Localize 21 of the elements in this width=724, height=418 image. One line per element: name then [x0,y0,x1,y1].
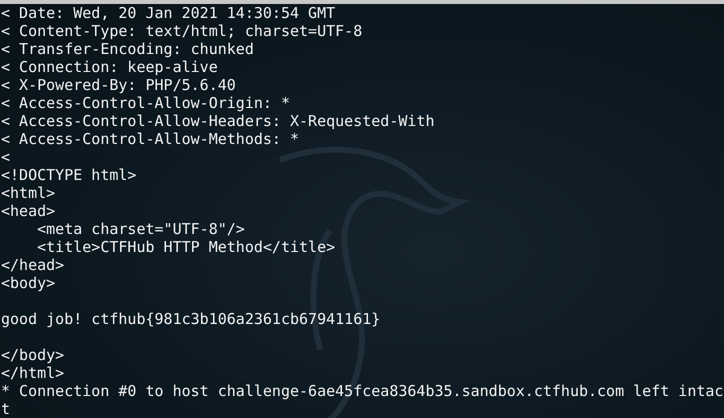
terminal-line: < Transfer-Encoding: chunked [0,40,255,58]
terminal-line: </html> [0,364,66,382]
terminal-line: < Content-Type: text/html; charset=UTF-8 [0,22,364,40]
terminal-line: <meta charset="UTF-8"/> [36,220,246,238]
terminal-line: t [0,400,12,418]
terminal-line: < Date: Wed, 20 Jan 2021 14:30:54 GMT [0,4,336,22]
terminal-line: </head> [0,256,66,274]
terminal-line: < Access-Control-Allow-Methods: * [0,130,300,148]
terminal-line: good job! ctfhub{981c3b106a2361cb67941161} [0,310,382,328]
terminal-line: < Access-Control-Allow-Origin: * [0,94,291,112]
terminal-line: </body> [0,346,66,364]
terminal-line: < Connection: keep-alive [0,58,219,76]
terminal-line: <html> [0,184,56,202]
terminal-line: <!DOCTYPE html> [0,166,138,184]
terminal-line: < Access-Control-Allow-Headers: X-Requested-With [0,112,436,130]
terminal-line: <body> [0,274,56,292]
terminal-line: <title>CTFHub HTTP Method</title> [36,238,336,256]
terminal-line: < [0,148,12,166]
terminal-line: < X-Powered-By: PHP/5.6.40 [0,76,237,94]
terminal-line: <head> [0,202,56,220]
terminal-line: * Connection #0 to host challenge-6ae45fcea8364b35.sandbox.ctfhub.com left intac [0,382,724,400]
